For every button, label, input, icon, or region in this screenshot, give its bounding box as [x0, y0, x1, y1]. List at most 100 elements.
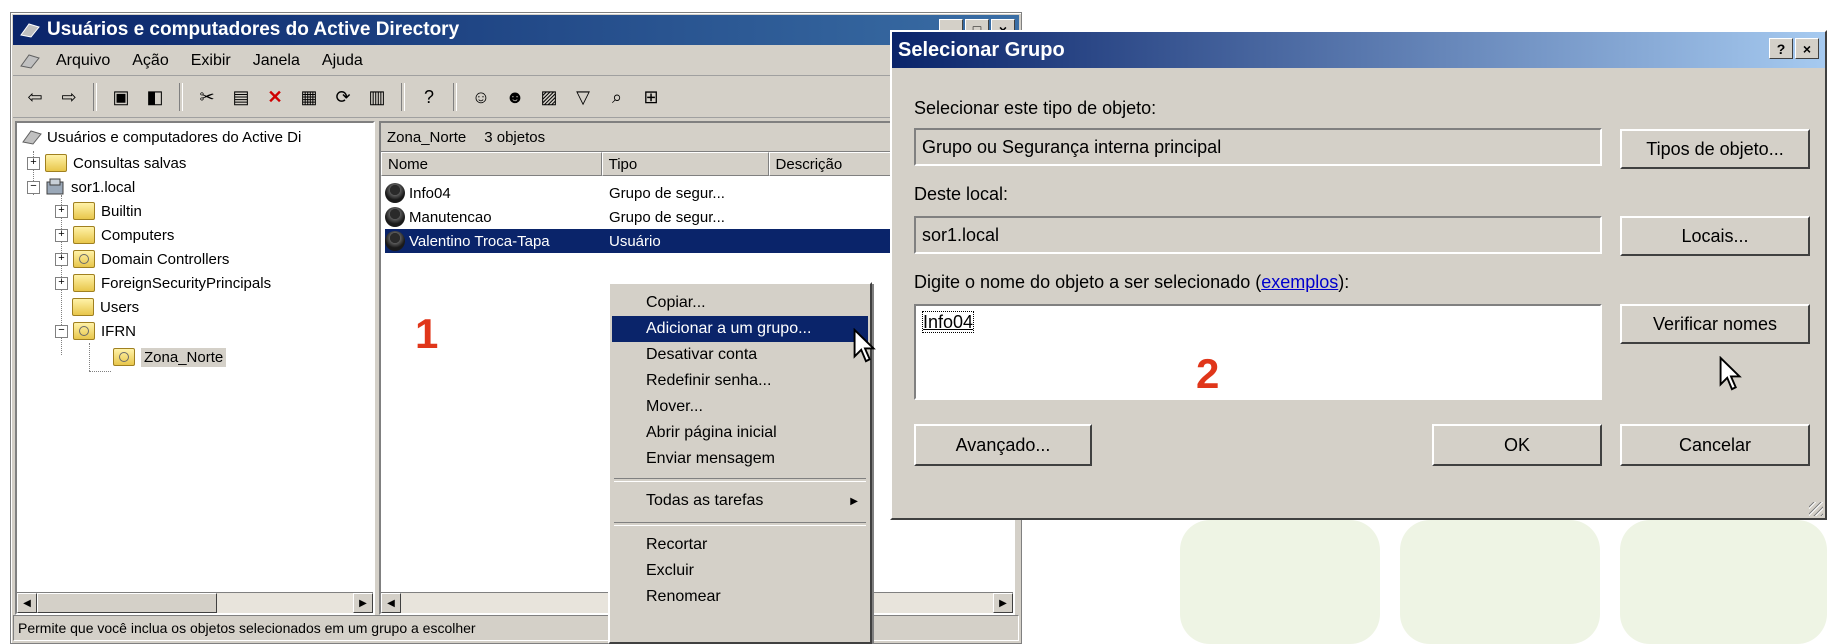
expand-plus-icon[interactable]: + — [55, 276, 68, 290]
scroll-left-button[interactable]: ◀ — [381, 593, 401, 613]
menu-ajuda[interactable]: Ajuda — [311, 52, 374, 70]
list-item-type: Usuário — [609, 232, 661, 250]
expand-plus-icon[interactable]: + — [55, 204, 68, 218]
menu-item-copy[interactable]: Copiar... — [612, 290, 868, 316]
locations-button[interactable]: Locais... — [1620, 216, 1810, 256]
export-list-icon[interactable]: ▥ — [363, 83, 391, 111]
object-type-field: Grupo ou Segurança interna principal — [914, 128, 1602, 166]
properties-icon[interactable]: ▦ — [295, 83, 323, 111]
menu-item-all-tasks[interactable]: Todas as tarefas ▶ — [612, 488, 868, 514]
help-icon[interactable]: ? — [415, 83, 443, 111]
scroll-thumb[interactable] — [37, 593, 217, 613]
ou-icon — [113, 348, 135, 366]
menu-item-label: Todas as tarefas — [646, 492, 764, 509]
object-name-input[interactable]: Info04 — [914, 304, 1602, 400]
scroll-right-button[interactable]: ▶ — [993, 593, 1013, 613]
back-icon[interactable]: ⇦ — [21, 83, 49, 111]
tree-item-label: ForeignSecurityPrincipals — [101, 274, 272, 292]
scroll-right-button[interactable]: ▶ — [353, 593, 373, 613]
submenu-arrow-icon: ▶ — [850, 495, 858, 507]
tree-item-fsp[interactable]: + ForeignSecurityPrincipals — [55, 271, 271, 295]
menubar: Arquivo Ação Exibir Janela Ajuda — [13, 47, 1019, 76]
tree-item-domain[interactable]: − sor1.local — [27, 175, 135, 199]
tree-root[interactable]: Usuários e computadores do Active Di — [21, 125, 301, 149]
expand-plus-icon[interactable]: + — [27, 156, 40, 170]
object-types-button[interactable]: Tipos de objeto... — [1620, 129, 1810, 169]
ad-app-icon — [20, 23, 40, 38]
tree-item-label: Domain Controllers — [101, 250, 230, 268]
menu-item-disable-account[interactable]: Desativar conta — [612, 342, 868, 368]
delete-icon[interactable]: ✕ — [261, 83, 289, 111]
column-header-type[interactable]: Tipo — [601, 152, 769, 176]
dialog-titlebar[interactable]: Selecionar Grupo ? × — [892, 32, 1825, 68]
check-names-button[interactable]: Verificar nomes — [1620, 304, 1810, 344]
console-tree[interactable]: Usuários e computadores do Active Di + C… — [15, 121, 375, 615]
advanced-button[interactable]: Avançado... — [914, 424, 1092, 466]
menu-acao[interactable]: Ação — [121, 52, 179, 70]
forward-icon[interactable]: ⇨ — [55, 83, 83, 111]
dialog-close-button[interactable]: × — [1795, 38, 1819, 59]
menu-item-cut[interactable]: Recortar — [612, 532, 868, 558]
menu-arquivo[interactable]: Arquivo — [45, 52, 121, 70]
tree-item-builtin[interactable]: + Builtin — [55, 199, 142, 223]
menu-janela[interactable]: Janela — [242, 52, 311, 70]
tree-item-label: Users — [100, 298, 140, 316]
window-titlebar[interactable]: Usuários e computadores do Active Direct… — [13, 15, 1019, 45]
expand-plus-icon[interactable]: + — [55, 252, 68, 266]
list-item[interactable]: Info04 Grupo de segur... — [385, 181, 805, 205]
cut-icon[interactable]: ✂ — [193, 83, 221, 111]
find-icon[interactable]: ⌕ — [603, 83, 631, 111]
location-label: Deste local: — [914, 184, 1009, 204]
resize-grip-icon[interactable] — [1809, 502, 1823, 516]
list-item-type: Grupo de segur... — [609, 184, 725, 202]
list-item[interactable]: Manutencao Grupo de segur... — [385, 205, 805, 229]
refresh-icon[interactable]: ⟳ — [329, 83, 357, 111]
menu-item-delete[interactable]: Excluir — [612, 558, 868, 584]
help-button[interactable]: ? — [1769, 38, 1793, 59]
dialog-title: Selecionar Grupo — [898, 38, 1065, 61]
new-user-icon[interactable]: ☺ — [467, 83, 495, 111]
scroll-left-button[interactable]: ◀ — [17, 593, 37, 613]
list-item-name: Manutencao — [409, 208, 492, 226]
menu-item-add-to-group[interactable]: Adicionar a um grupo... — [612, 316, 868, 342]
list-item-type: Grupo de segur... — [609, 208, 725, 226]
menu-item-reset-password[interactable]: Redefinir senha... — [612, 368, 868, 394]
menu-item-rename[interactable]: Renomear — [612, 584, 868, 610]
filter-icon[interactable]: ▽ — [569, 83, 597, 111]
object-name-label-end: ): — [1338, 272, 1350, 292]
add-to-group-icon[interactable]: ⊞ — [637, 83, 665, 111]
background-tile — [1180, 520, 1380, 644]
collapse-minus-icon[interactable]: − — [27, 180, 40, 194]
toolbar-separator — [401, 83, 405, 111]
tree-item-domain-controllers[interactable]: + Domain Controllers — [55, 247, 229, 271]
collapse-minus-icon[interactable]: − — [55, 324, 68, 338]
tree-horizontal-scrollbar[interactable]: ◀ ▶ — [17, 592, 373, 613]
tree-item-zona-norte[interactable]: Zona_Norte — [113, 345, 227, 369]
current-location: Zona_Norte — [387, 128, 467, 146]
list-item-name: Info04 — [409, 184, 451, 202]
select-group-dialog: Selecionar Grupo ? × Selecionar este tip… — [890, 30, 1827, 520]
cancel-button[interactable]: Cancelar — [1620, 424, 1810, 466]
menu-exibir[interactable]: Exibir — [180, 52, 242, 70]
new-ou-icon[interactable]: ▨ — [535, 83, 563, 111]
menu-item-move[interactable]: Mover... — [612, 394, 868, 420]
menu-item-open-home-page[interactable]: Abrir página inicial — [612, 420, 868, 446]
paste-icon[interactable]: ▤ — [227, 83, 255, 111]
mmc-menu-icon[interactable] — [19, 52, 43, 70]
tree-item-saved-queries[interactable]: + Consultas salvas — [27, 151, 186, 175]
user-icon — [385, 231, 405, 251]
menu-item-send-mail[interactable]: Enviar mensagem — [612, 446, 868, 472]
column-header-name[interactable]: Nome — [381, 152, 602, 176]
folder-icon — [73, 226, 95, 244]
expand-plus-icon[interactable]: + — [55, 228, 68, 242]
examples-link[interactable]: exemplos — [1261, 272, 1338, 292]
tree-item-label: IFRN — [101, 322, 136, 340]
up-folder-icon[interactable]: ▣ — [107, 83, 135, 111]
show-tree-icon[interactable]: ◧ — [141, 83, 169, 111]
new-group-icon[interactable]: ☻ — [501, 83, 529, 111]
tree-item-users[interactable]: Users — [72, 295, 139, 319]
tree-item-label: sor1.local — [71, 178, 136, 196]
ok-button[interactable]: OK — [1432, 424, 1602, 466]
tree-item-computers[interactable]: + Computers — [55, 223, 174, 247]
tree-item-ifrn[interactable]: − IFRN — [55, 319, 136, 343]
